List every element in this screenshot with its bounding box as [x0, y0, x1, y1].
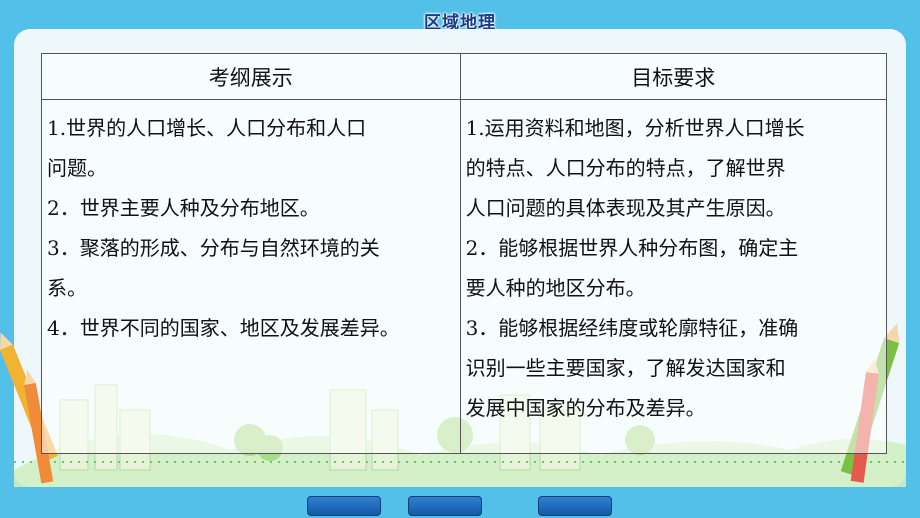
goals-line: 1.运用资料和地图，分析世界人口增长	[465, 116, 805, 140]
nav-button-previous[interactable]	[307, 496, 381, 516]
goals-line: 2．能够根据世界人种分布图，确定主	[465, 236, 799, 260]
goals-line: 3．能够根据经纬度或轮廓特征，准确	[465, 316, 799, 340]
syllabus-line: 问题。	[47, 156, 107, 180]
syllabus-line: 3．聚落的形成、分布与自然环境的关	[47, 236, 380, 260]
goals-line: 识别一些主要国家，了解发达国家和	[465, 356, 786, 380]
table-header-row: 考纲展示 目标要求	[41, 53, 888, 100]
nav-button-next[interactable]	[538, 496, 612, 516]
syllabus-line: 1.世界的人口增长、人口分布和人口	[47, 116, 367, 140]
header-goals: 目标要求	[459, 53, 888, 100]
syllabus-line: 4．世界不同的国家、地区及发展差异。	[47, 316, 400, 340]
syllabus-line: 2．世界主要人种及分布地区。	[47, 196, 320, 220]
goals-cell: 1.运用资料和地图，分析世界人口增长 的特点、人口分布的特点，了解世界 人口问题…	[459, 99, 888, 454]
goals-line: 发展中国家的分布及差异。	[465, 396, 706, 420]
syllabus-cell: 1.世界的人口增长、人口分布和人口 问题。 2．世界主要人种及分布地区。 3．聚…	[41, 99, 461, 454]
table-row: 1.世界的人口增长、人口分布和人口 问题。 2．世界主要人种及分布地区。 3．聚…	[41, 99, 888, 454]
goals-line: 要人种的地区分布。	[465, 276, 646, 300]
syllabus-table: 考纲展示 目标要求 1.世界的人口增长、人口分布和人口 问题。 2．世界主要人种…	[41, 53, 888, 454]
goals-line: 的特点、人口分布的特点，了解世界	[465, 156, 786, 180]
header-syllabus: 考纲展示	[41, 53, 461, 100]
nav-button-home[interactable]	[408, 496, 482, 516]
syllabus-line: 系。	[47, 276, 87, 300]
goals-line: 人口问题的具体表现及其产生原因。	[465, 196, 786, 220]
